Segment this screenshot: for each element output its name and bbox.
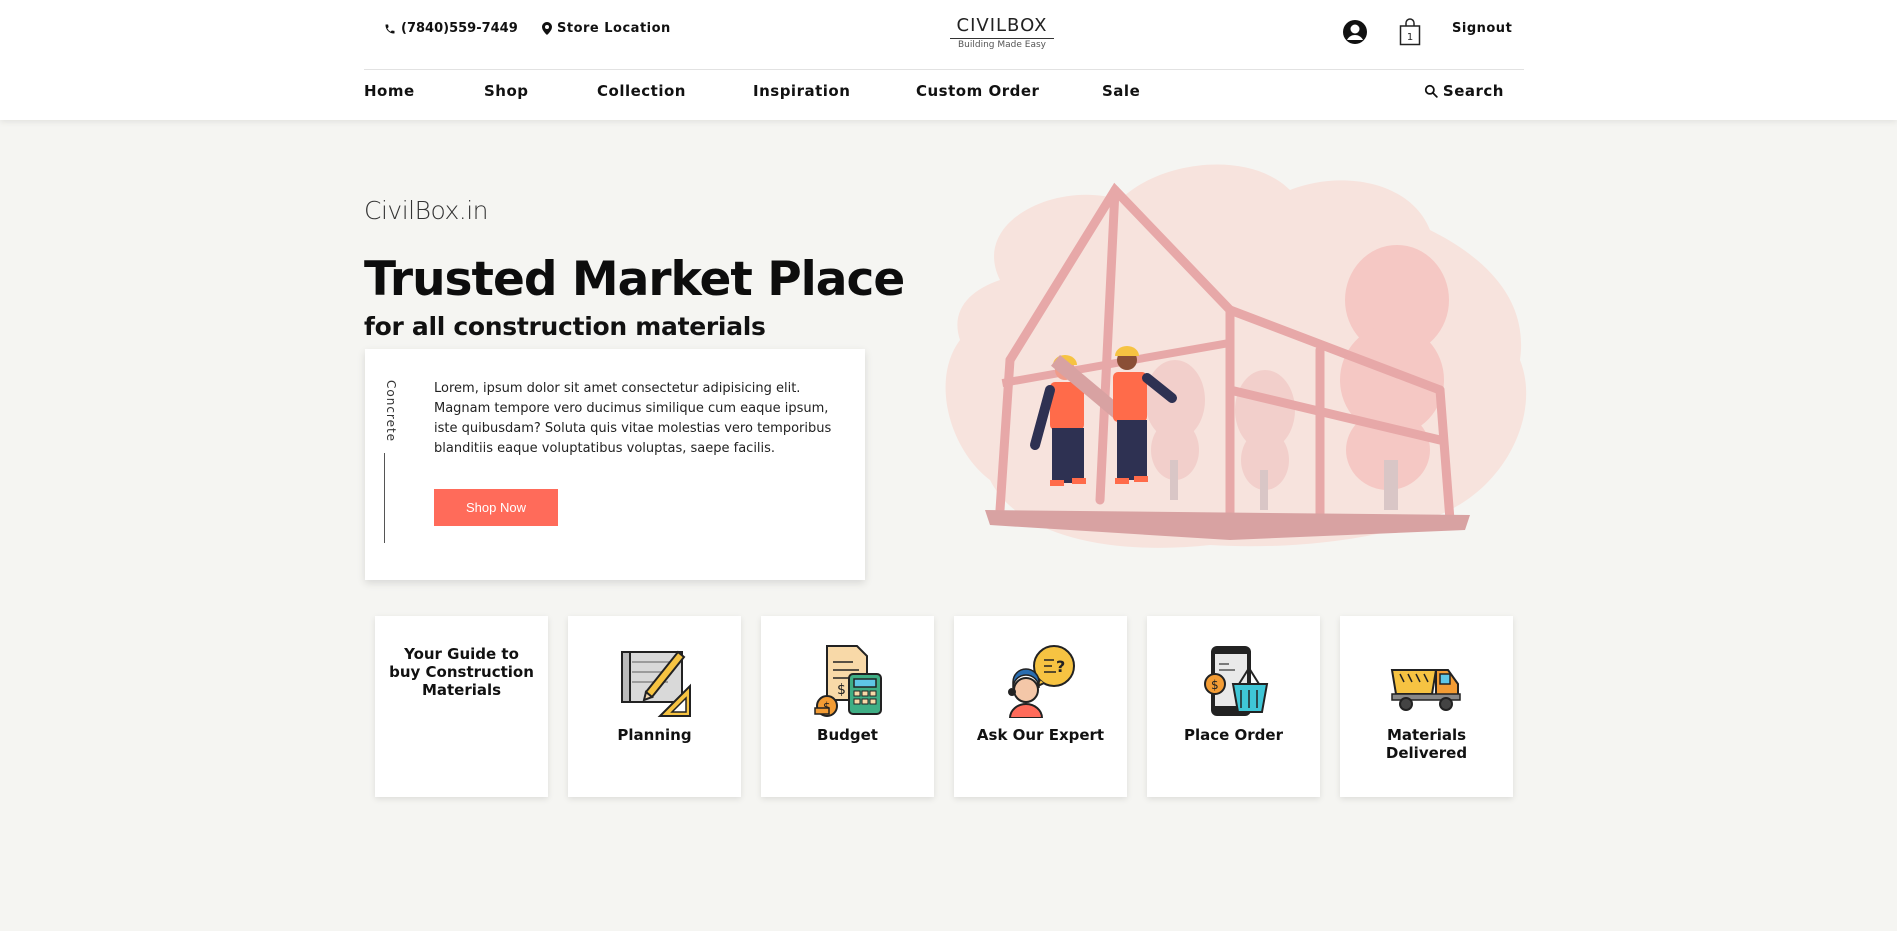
step-guide-card: Your Guide to buy Construction Materials xyxy=(375,616,548,797)
hero-brand: CivilBox.in xyxy=(364,196,489,225)
map-pin-icon xyxy=(542,22,552,35)
site-logo[interactable]: CIVILBOX Building Made Easy xyxy=(950,15,1054,50)
mobile-cart-icon: $ xyxy=(1203,646,1268,716)
svg-text:?: ? xyxy=(1056,657,1065,676)
signout-link[interactable]: Signout xyxy=(1452,21,1512,36)
step-expert-card[interactable]: ? Ask Our Expert xyxy=(954,616,1127,797)
guide-text: Your Guide to buy Construction Materials xyxy=(389,645,534,699)
nav-inspiration[interactable]: Inspiration xyxy=(753,82,850,100)
card-category-label: Concrete xyxy=(384,380,398,443)
expert-icon: ? xyxy=(1007,645,1075,718)
step-budget-card[interactable]: $ $ Budget xyxy=(761,616,934,797)
hero-title: Trusted Market Place xyxy=(364,252,905,307)
nav-sale[interactable]: Sale xyxy=(1102,82,1140,100)
phone-link[interactable]: (7840)559-7449 xyxy=(384,21,518,36)
store-location-link[interactable]: Store Location xyxy=(542,21,671,36)
hero-subtitle: for all construction materials xyxy=(364,312,766,341)
svg-text:$: $ xyxy=(1211,678,1219,692)
step-order-card[interactable]: $ Place Order xyxy=(1147,616,1320,797)
phone-number: (7840)559-7449 xyxy=(401,21,518,36)
shop-now-button[interactable]: Shop Now xyxy=(434,489,558,526)
blueprint-icon xyxy=(620,650,691,717)
logo-tagline: Building Made Easy xyxy=(958,40,1046,50)
main-nav: Home Shop Collection Inspiration Custom … xyxy=(364,82,1524,110)
calculator-icon: $ $ xyxy=(813,645,882,717)
search-label: Search xyxy=(1442,82,1504,100)
step-label: Place Order xyxy=(1183,726,1283,744)
phone-icon xyxy=(385,24,395,33)
user-account-icon[interactable] xyxy=(1342,19,1368,45)
nav-search[interactable]: Search xyxy=(1424,82,1504,100)
steps-row: Your Guide to buy Construction Materials… xyxy=(375,616,1515,797)
step-label: Budget xyxy=(817,726,878,744)
step-planning-card[interactable]: Planning xyxy=(568,616,741,797)
top-bar: (7840)559-7449 Store Location CIVILBOX B… xyxy=(364,0,1524,70)
site-header: (7840)559-7449 Store Location CIVILBOX B… xyxy=(0,0,1897,120)
step-delivered-card[interactable]: Materials Delivered xyxy=(1340,616,1513,797)
svg-text:$: $ xyxy=(837,682,846,698)
nav-shop[interactable]: Shop xyxy=(484,82,529,100)
dump-truck-icon xyxy=(1390,669,1461,711)
nav-custom-order[interactable]: Custom Order xyxy=(916,82,1039,100)
cart-count: 1 xyxy=(1407,32,1413,43)
step-label: Ask Our Expert xyxy=(976,726,1105,744)
search-icon xyxy=(1424,84,1438,98)
hero-card: Concrete Lorem, ipsum dolor sit amet con… xyxy=(365,349,865,580)
shopping-bag-icon[interactable]: 1 xyxy=(1399,18,1421,46)
nav-collection[interactable]: Collection xyxy=(597,82,686,100)
step-label: Planning xyxy=(617,726,692,744)
store-location-label: Store Location xyxy=(557,21,671,36)
logo-title: CIVILBOX xyxy=(950,15,1054,39)
nav-home[interactable]: Home xyxy=(364,82,415,100)
construction-workers-illustration xyxy=(945,164,1527,548)
step-label: Materials Delivered xyxy=(1385,726,1468,762)
card-divider-line xyxy=(384,453,385,543)
card-description: Lorem, ipsum dolor sit amet consectetur … xyxy=(434,381,832,456)
